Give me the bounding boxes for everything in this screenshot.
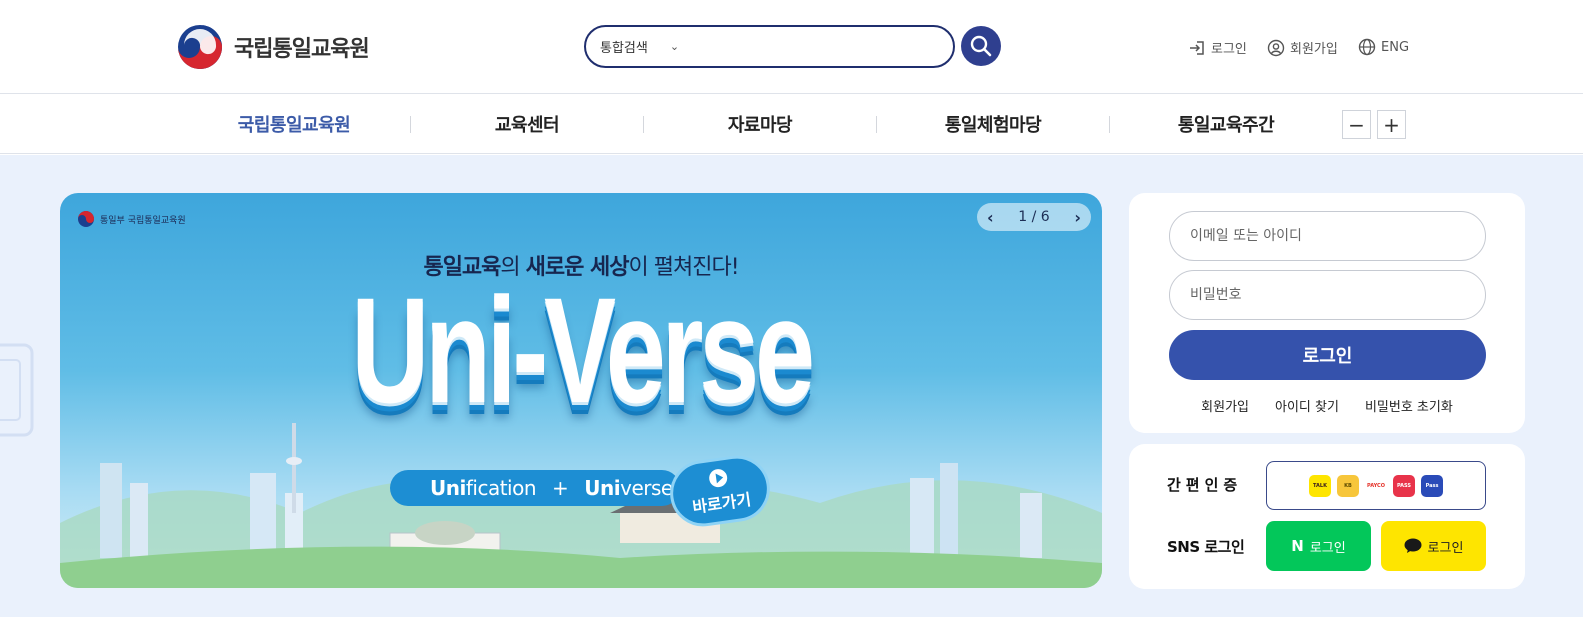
login-panel: 로그인 회원가입 아이디 찾기 비밀번호 초기화: [1129, 193, 1525, 433]
kakao-chat-icon: [1404, 538, 1422, 553]
signup-link[interactable]: 회원가입: [1267, 38, 1338, 57]
login-link-label: 로그인: [1211, 42, 1247, 57]
header: 국립통일교육원 통합검색 ⌄ 로그인 회원가입 ENG: [0, 0, 1583, 94]
language-link-label: ENG: [1381, 39, 1410, 55]
next-slide-button[interactable]: ›: [1074, 208, 1081, 227]
tagline-b-strong: Uni: [584, 476, 621, 500]
tagline-a-strong: Uni: [430, 476, 466, 500]
taegeuk-logo-icon: [178, 25, 222, 69]
banner-title: Uni-Verse: [351, 266, 815, 434]
naver-login-button[interactable]: N 로그인: [1266, 521, 1371, 571]
login-link[interactable]: 로그인: [1188, 38, 1247, 57]
decorative-outline-icon: [0, 343, 34, 437]
pass-icon: PASS: [1393, 474, 1415, 497]
signup-link-bottom[interactable]: 회원가입: [1201, 396, 1249, 415]
search-box: 통합검색 ⌄: [584, 25, 955, 68]
zoom-out-button[interactable]: −: [1342, 110, 1371, 139]
find-id-link[interactable]: 아이디 찾기: [1275, 396, 1339, 415]
easy-auth-panel: 간편인증 TALK KB PAYCO PASS Pass SNS 로그인 N 로…: [1129, 444, 1525, 589]
id-input[interactable]: [1169, 211, 1486, 261]
nav-item-resources[interactable]: 자료마당: [644, 94, 876, 154]
login-submit-button[interactable]: 로그인: [1169, 330, 1486, 380]
password-input[interactable]: [1169, 270, 1486, 320]
nav-item-education-center[interactable]: 교육센터: [411, 94, 643, 154]
chevron-down-icon: ⌄: [669, 40, 680, 53]
search-icon: [970, 35, 992, 57]
tagline-a-rest: fication: [465, 476, 537, 500]
banner-brand: 통일부 국립통일교육원: [78, 211, 186, 227]
banner-brand-label: 통일부 국립통일교육원: [100, 215, 186, 226]
taegeuk-small-icon: [78, 211, 94, 227]
nav-item-institute[interactable]: 국립통일교육원: [178, 94, 410, 154]
signup-link-label: 회원가입: [1290, 42, 1338, 57]
language-link[interactable]: ENG: [1358, 38, 1409, 56]
banner-go-label: 바로가기: [691, 489, 753, 517]
naver-n-icon: N: [1291, 537, 1304, 555]
sns-login-label: SNS 로그인: [1167, 538, 1245, 556]
main-content: 통일부 국립통일교육원 ‹ 1 / 6 › 통일교육의 새로운 세상이 펼쳐진다…: [0, 155, 1583, 617]
nav-item-education-week[interactable]: 통일교육주간: [1110, 94, 1342, 154]
easy-auth-label: 간편인증: [1167, 476, 1243, 494]
search-category-select[interactable]: 통합검색 ⌄: [600, 37, 679, 56]
globe-icon: [1358, 38, 1376, 56]
zoom-in-button[interactable]: +: [1377, 110, 1406, 139]
login-links: 회원가입 아이디 찾기 비밀번호 초기화: [1129, 396, 1525, 415]
search-input[interactable]: [691, 31, 953, 62]
tagline-b-rest: verse: [620, 476, 673, 500]
pass-blue-icon: Pass: [1421, 474, 1443, 497]
search-button[interactable]: [961, 26, 1001, 66]
kb-icon: KB: [1337, 474, 1359, 497]
kakao-login-label: 로그인: [1427, 540, 1464, 556]
site-logo[interactable]: 국립통일교육원: [178, 25, 370, 69]
tagline-plus: +: [552, 476, 569, 500]
easy-auth-button[interactable]: TALK KB PAYCO PASS Pass: [1266, 461, 1486, 510]
user-circle-icon: [1267, 39, 1285, 56]
reset-password-link[interactable]: 비밀번호 초기화: [1365, 396, 1453, 415]
play-icon: [707, 467, 729, 488]
nav-item-experience[interactable]: 통일체험마당: [877, 94, 1109, 154]
search-category-label: 통합검색: [600, 41, 648, 56]
prev-slide-button[interactable]: ‹: [987, 208, 994, 227]
slide-counter: 1 / 6: [1018, 209, 1050, 225]
naver-login-label: 로그인: [1309, 540, 1346, 556]
banner-tagline: Uni fication + Uni verse: [390, 470, 680, 506]
main-navigation: 국립통일교육원 교육센터 자료마당 통일체험마당 통일교육주간 − +: [0, 94, 1583, 154]
main-banner[interactable]: 통일부 국립통일교육원 ‹ 1 / 6 › 통일교육의 새로운 세상이 펼쳐진다…: [60, 193, 1102, 588]
kakao-login-button[interactable]: 로그인: [1381, 521, 1486, 571]
banner-pager: ‹ 1 / 6 ›: [977, 203, 1091, 231]
payco-icon: PAYCO: [1365, 474, 1387, 497]
logo-text: 국립통일교육원: [234, 37, 370, 62]
login-icon: [1190, 40, 1204, 55]
kakao-talk-icon: TALK: [1309, 474, 1331, 497]
